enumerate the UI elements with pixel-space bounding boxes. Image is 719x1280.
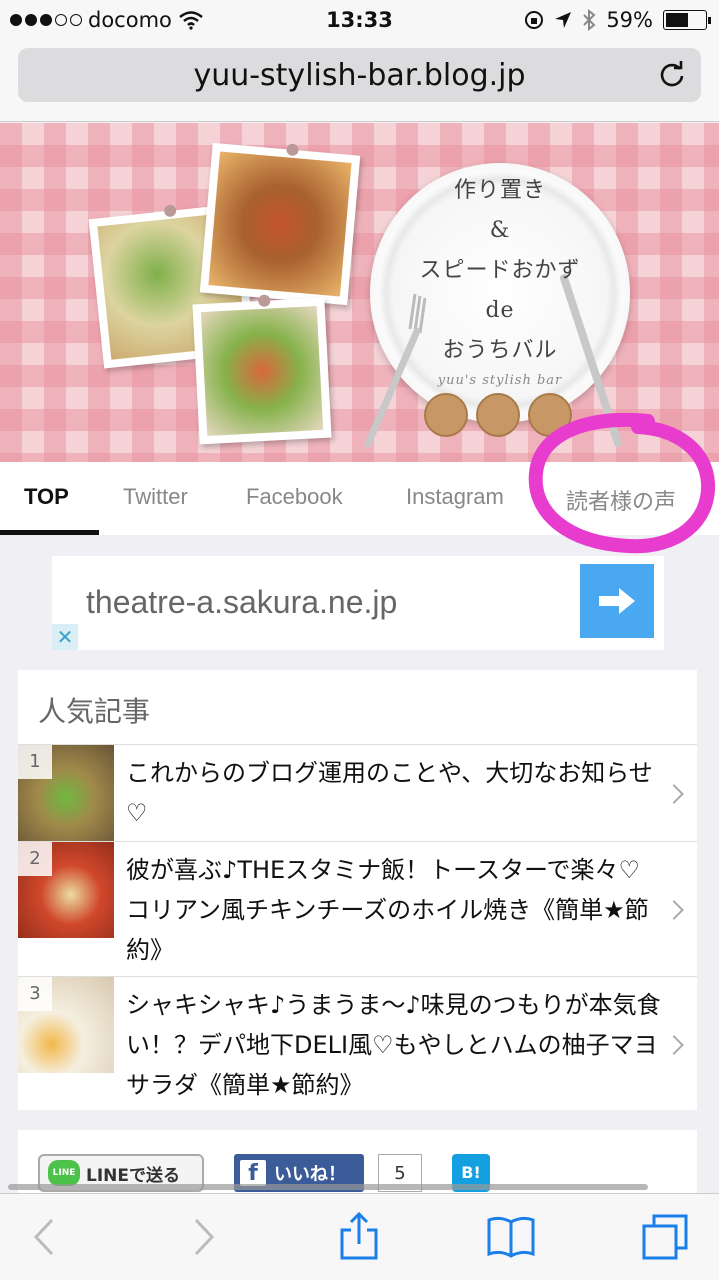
tab-reader-voices[interactable]: 読者様の声 (566, 484, 676, 516)
timer-badge-icon (476, 393, 520, 437)
wine-badge-icon (528, 393, 572, 437)
bluetooth-icon (583, 9, 596, 31)
battery-icon (663, 10, 711, 30)
navigation-tabs: TOP Twitter Facebook Instagram 読者様の声 (0, 462, 719, 535)
tab-twitter[interactable]: Twitter (123, 484, 188, 510)
reload-icon[interactable] (657, 60, 687, 90)
line-icon: LINE (48, 1160, 80, 1186)
article-title: シャキシャキ♪うまうま〜♪味見のつもりが本気食い！？デパ地下DELI風♡もやしと… (126, 991, 661, 1099)
rank-badge: 2 (18, 842, 52, 876)
battery-percent: 59% (606, 8, 653, 32)
banner-title: 作り置き & スピードおかず de おうちバル yuu's stylish ba… (419, 178, 581, 388)
ad-banner[interactable]: theatre-a.sakura.ne.jp ✕ (52, 556, 664, 650)
address-bar[interactable]: yuu-stylish-bar.blog.jp (18, 48, 701, 102)
active-tab-indicator (0, 530, 99, 535)
food-photo-chicken (199, 142, 361, 306)
tab-top[interactable]: TOP (24, 484, 69, 510)
rank-badge: 1 (18, 745, 52, 779)
list-item[interactable]: 3 シャキシャキ♪うまうま〜♪味見のつもりが本気食い！？デパ地下DELI風♡もや… (18, 976, 697, 1110)
back-icon[interactable] (22, 1212, 72, 1262)
ad-domain: theatre-a.sakura.ne.jp (86, 584, 398, 620)
ad-arrow-button[interactable] (580, 564, 654, 638)
forward-icon[interactable] (178, 1212, 228, 1262)
arrow-right-icon (599, 588, 635, 614)
list-item[interactable]: 2 彼が喜ぶ♪THEスタミナ飯！トースターで楽々♡コリアン風チキンチーズのホイル… (18, 841, 697, 975)
popular-title: 人気記事 (38, 695, 151, 728)
tab-facebook[interactable]: Facebook (246, 484, 343, 510)
horizontal-scrollbar[interactable] (8, 1184, 648, 1190)
chevron-right-icon (664, 1035, 684, 1055)
chevron-right-icon (664, 900, 684, 920)
chevron-right-icon (664, 784, 684, 804)
share-icon[interactable] (334, 1212, 384, 1262)
ad-close-button[interactable]: ✕ (52, 624, 78, 650)
status-right: 59% (524, 8, 711, 32)
list-item[interactable]: 1 これからのブログ運用のことや、大切なお知らせ♡ (18, 744, 697, 841)
location-icon (555, 12, 572, 28)
url-text: yuu-stylish-bar.blog.jp (193, 57, 526, 93)
food-photo-plate (192, 294, 332, 445)
blog-header-banner[interactable]: 作り置き & スピードおかず de おうちバル yuu's stylish ba… (0, 123, 719, 462)
line-share-label: LINEで送る (86, 1165, 180, 1186)
facebook-icon: f (240, 1160, 266, 1186)
popular-articles: 人気記事 1 これからのブログ運用のことや、大切なお知らせ♡ 2 彼が喜ぶ♪TH… (18, 670, 697, 1110)
tab-instagram[interactable]: Instagram (406, 484, 504, 510)
facebook-like-label: いいね！ (274, 1164, 346, 1185)
fridge-badge-icon (424, 393, 468, 437)
browser-address-area: yuu-stylish-bar.blog.jp (0, 40, 719, 122)
article-title: 彼が喜ぶ♪THEスタミナ飯！トースターで楽々♡コリアン風チキンチーズのホイル焼き… (126, 856, 649, 964)
orientation-lock-icon (525, 11, 544, 29)
tabs-icon[interactable] (640, 1212, 690, 1262)
status-bar: docomo 13:33 59% (0, 0, 719, 40)
rank-badge: 3 (18, 977, 52, 1011)
bookmarks-icon[interactable] (486, 1212, 536, 1262)
browser-toolbar (0, 1193, 719, 1280)
article-title: これからのブログ運用のことや、大切なお知らせ♡ (126, 759, 653, 827)
